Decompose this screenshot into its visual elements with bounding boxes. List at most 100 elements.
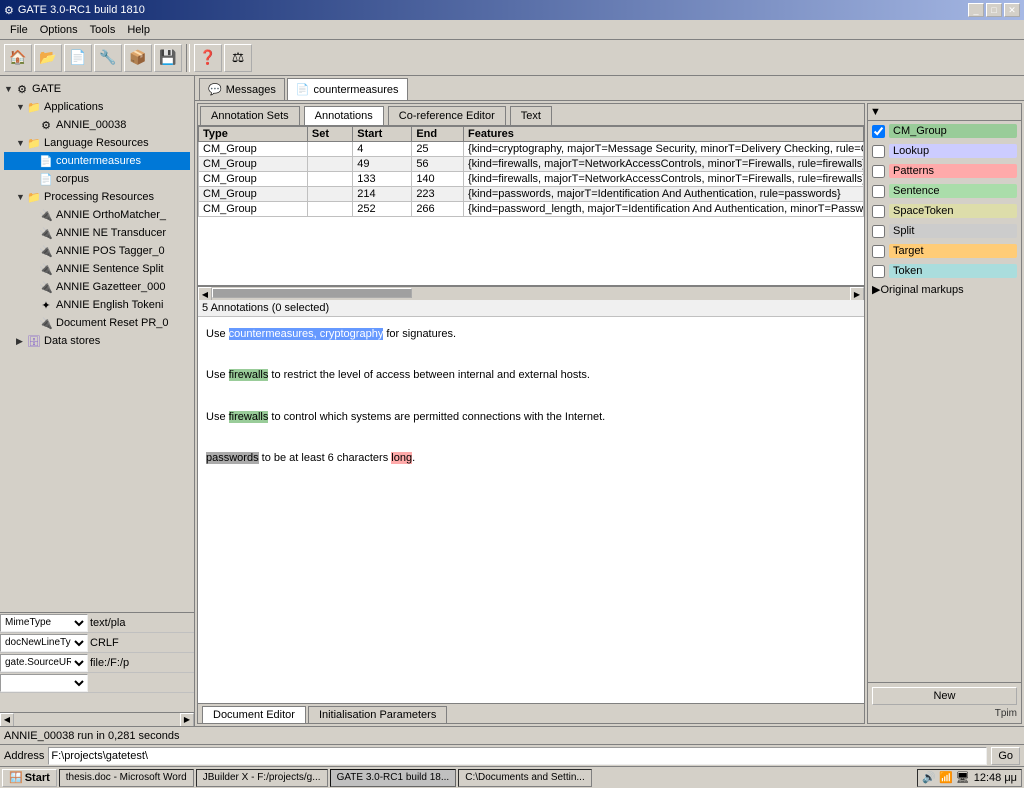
- system-tray: 🔊 📶 🖥 12:48 μμ: [917, 769, 1022, 787]
- expand-icon: ▶: [16, 336, 26, 347]
- prop-key-newline[interactable]: docNewLineType: [0, 634, 88, 652]
- tree-node-corpus[interactable]: 📄 corpus: [4, 170, 190, 188]
- scroll-right-button[interactable]: ▶: [180, 713, 194, 727]
- prop-key-sourceurl[interactable]: gate.SourceURL: [0, 654, 88, 672]
- tab-coreference-editor[interactable]: Co-reference Editor: [388, 106, 506, 125]
- messages-icon: 💬: [208, 83, 222, 96]
- toolbar-save-button[interactable]: 💾: [154, 44, 182, 72]
- scroll-left-button[interactable]: ◀: [0, 713, 14, 727]
- ann-checkbox-lookup[interactable]: [872, 145, 885, 158]
- taskbar-item-docs[interactable]: C:\Documents and Settin...: [458, 769, 592, 787]
- col-start: Start: [353, 127, 412, 142]
- annotation-status: 5 Annotations (0 selected): [198, 300, 864, 317]
- new-button[interactable]: New: [872, 687, 1017, 705]
- scroll-left-button[interactable]: ◀: [198, 287, 212, 301]
- cell-end: 25: [412, 142, 464, 157]
- original-markups-section[interactable]: ▶ Original markups: [868, 281, 1021, 298]
- prop-key-mimetype[interactable]: MimeType: [0, 614, 88, 632]
- taskbar-item-jbuilder[interactable]: JBuilder X - F:/projects/g...: [196, 769, 328, 787]
- cell-type: CM_Group: [199, 187, 308, 202]
- toolbar-package-button[interactable]: 📦: [124, 44, 152, 72]
- tree-node-englishtokeni[interactable]: ✦ ANNIE English Tokeni: [4, 296, 190, 314]
- tree-sentencesplit-label: ANNIE Sentence Split: [56, 263, 164, 275]
- scroll-track[interactable]: [212, 287, 850, 300]
- tree-root[interactable]: ▼ ⚙ GATE: [4, 80, 190, 98]
- cell-features: {kind=cryptography, majorT=Message Secur…: [464, 142, 864, 157]
- doc-icon: 📄: [38, 153, 54, 169]
- cell-set: [307, 172, 352, 187]
- minimize-button[interactable]: _: [968, 3, 984, 17]
- menu-options[interactable]: Options: [34, 22, 84, 38]
- toolbar-doc-button[interactable]: 📄: [64, 44, 92, 72]
- prop-key-empty[interactable]: [0, 674, 88, 692]
- folder-icon: 📁: [26, 99, 42, 115]
- ann-checkbox-sentence[interactable]: [872, 185, 885, 198]
- menu-help[interactable]: Help: [121, 22, 156, 38]
- menu-tools[interactable]: Tools: [84, 22, 122, 38]
- go-button[interactable]: Go: [991, 747, 1020, 765]
- taskbar-item-gate[interactable]: GATE 3.0-RC1 build 18...: [330, 769, 457, 787]
- tree-node-postagger[interactable]: 🔌 ANNIE POS Tagger_0: [4, 242, 190, 260]
- menu-file[interactable]: File: [4, 22, 34, 38]
- toolbar-tools-button[interactable]: 🔧: [94, 44, 122, 72]
- ann-checkbox-spacetoken[interactable]: [872, 205, 885, 218]
- maximize-button[interactable]: □: [986, 3, 1002, 17]
- ann-checkbox-patterns[interactable]: [872, 165, 885, 178]
- tab-annotations[interactable]: Annotations: [304, 106, 384, 125]
- tab-countermeasures[interactable]: 📄 countermeasures: [287, 78, 408, 100]
- tab-annotation-sets[interactable]: Annotation Sets: [200, 106, 300, 125]
- left-scroll: ◀ ▶: [0, 712, 194, 726]
- window-title: GATE 3.0-RC1 build 1810: [18, 4, 145, 16]
- toolbar-balance-button[interactable]: ⚖: [224, 44, 252, 72]
- cell-end: 140: [412, 172, 464, 187]
- table-row[interactable]: CM_Group 252 266 {kind=password_length, …: [199, 202, 864, 217]
- annotation-table: Type Set Start End Features CM_Group 4: [198, 126, 864, 217]
- tree-node-docreset[interactable]: 🔌 Document Reset PR_0: [4, 314, 190, 332]
- tab-document-editor[interactable]: Document Editor: [202, 706, 306, 723]
- tab-initialisation-parameters[interactable]: Initialisation Parameters: [308, 706, 447, 723]
- cell-set: [307, 157, 352, 172]
- tree-annie00038-label: ANNIE_00038: [56, 119, 126, 131]
- ann-label-sentence: Sentence: [889, 184, 1017, 198]
- scroll-right-button[interactable]: ▶: [850, 287, 864, 301]
- ann-label-patterns: Patterns: [889, 164, 1017, 178]
- col-set: Set: [307, 127, 352, 142]
- tree-node-orthomatcher[interactable]: 🔌 ANNIE OrthoMatcher_: [4, 206, 190, 224]
- plug-icon: 🔌: [38, 279, 54, 295]
- address-input[interactable]: [48, 747, 987, 765]
- tree-datastores-label: Data stores: [44, 335, 100, 347]
- toolbar: 🏠 📂 📄 🔧 📦 💾 ❓ ⚖: [0, 40, 1024, 76]
- tree-node-countermeasures[interactable]: 📄 countermeasures: [4, 152, 190, 170]
- tab-text[interactable]: Text: [510, 106, 552, 125]
- tab-messages[interactable]: 💬 Messages: [199, 78, 285, 100]
- close-button[interactable]: ✕: [1004, 3, 1020, 17]
- ann-label-cmgroup: CM_Group: [889, 124, 1017, 138]
- tree-node-annie00038[interactable]: ⚙ ANNIE_00038: [4, 116, 190, 134]
- highlight-firewalls-2: firewalls: [229, 411, 269, 423]
- toolbar-help-button[interactable]: ❓: [194, 44, 222, 72]
- tree-node-gazetteer[interactable]: 🔌 ANNIE Gazetteer_000: [4, 278, 190, 296]
- tree-node-applications[interactable]: ▼ 📁 Applications: [4, 98, 190, 116]
- tree-node-procres[interactable]: ▼ 📁 Processing Resources: [4, 188, 190, 206]
- table-row[interactable]: CM_Group 4 25 {kind=cryptography, majorT…: [199, 142, 864, 157]
- table-row[interactable]: CM_Group 49 56 {kind=firewalls, majorT=N…: [199, 157, 864, 172]
- status-text: ANNIE_00038 run in 0,281 seconds: [4, 730, 180, 742]
- start-button[interactable]: 🪟 Start: [2, 769, 57, 787]
- ann-checkbox-split[interactable]: [872, 225, 885, 238]
- ann-checkbox-cmgroup[interactable]: [872, 125, 885, 138]
- toolbar-open-button[interactable]: 📂: [34, 44, 62, 72]
- tree-node-langres[interactable]: ▼ 📁 Language Resources: [4, 134, 190, 152]
- table-row[interactable]: CM_Group 133 140 {kind=firewalls, majorT…: [199, 172, 864, 187]
- ann-checkbox-token[interactable]: [872, 265, 885, 278]
- ann-checkbox-target[interactable]: [872, 245, 885, 258]
- tree-node-netransducer[interactable]: 🔌 ANNIE NE Transducer: [4, 224, 190, 242]
- scroll-thumb[interactable]: [212, 288, 412, 298]
- titlebar: ⚙ GATE 3.0-RC1 build 1810 _ □ ✕: [0, 0, 1024, 20]
- cell-set: [307, 187, 352, 202]
- table-row[interactable]: CM_Group 214 223 {kind=passwords, majorT…: [199, 187, 864, 202]
- tree-node-datastores[interactable]: ▶ 🗄 Data stores: [4, 332, 190, 350]
- toolbar-home-button[interactable]: 🏠: [4, 44, 32, 72]
- tree-node-sentencesplit[interactable]: 🔌 ANNIE Sentence Split: [4, 260, 190, 278]
- inner-area: Annotation Sets Annotations Co-reference…: [195, 101, 1024, 726]
- taskbar-item-word[interactable]: thesis.doc - Microsoft Word: [59, 769, 194, 787]
